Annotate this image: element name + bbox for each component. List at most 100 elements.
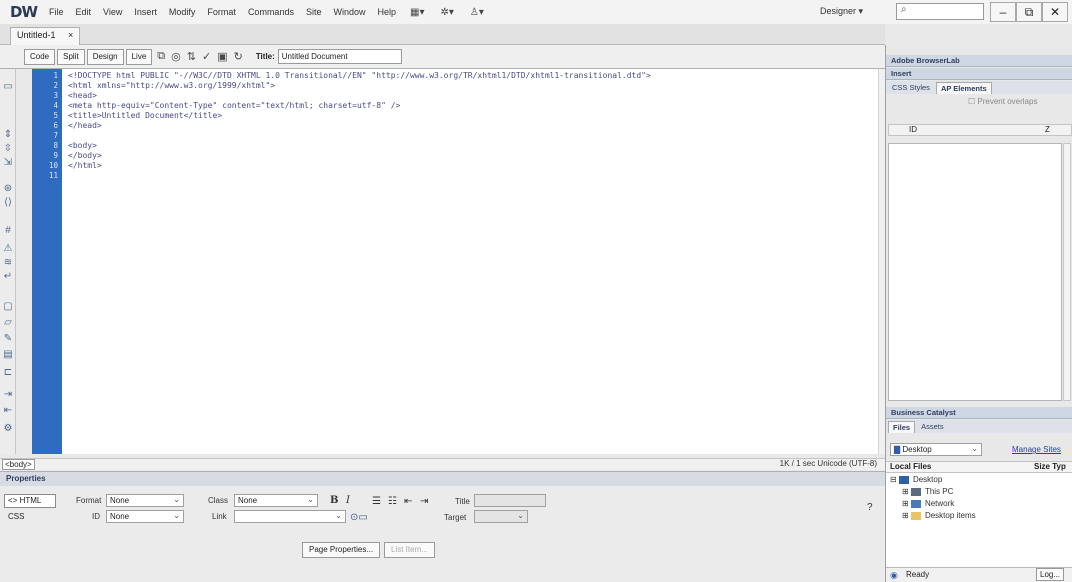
layout-icon[interactable]: ▦▾ xyxy=(410,7,424,18)
browserlab-panel-header[interactable]: Adobe BrowserLab xyxy=(886,55,1072,67)
menu-file[interactable]: File xyxy=(49,7,64,17)
preview-icon[interactable]: ◎ xyxy=(171,50,181,63)
code-line: </html> xyxy=(68,161,102,170)
remove-comment-icon[interactable]: ▱ xyxy=(2,317,14,328)
ap-scrollbar[interactable] xyxy=(1063,143,1071,401)
file-management-icon[interactable]: ⇅ xyxy=(187,50,196,63)
outdent-icon[interactable]: ⇤ xyxy=(404,496,412,507)
menu-help[interactable]: Help xyxy=(377,7,396,17)
bold-button[interactable]: B xyxy=(330,495,338,506)
outdent-code-icon[interactable]: ⇤ xyxy=(2,405,14,416)
tab-files[interactable]: Files xyxy=(888,420,916,433)
code-line: <html xmlns="http://www.w3.org/1999/xhtm… xyxy=(68,81,276,90)
workspace-switcher[interactable]: Designer ▾ xyxy=(820,6,863,17)
unordered-list-icon[interactable]: ☰ xyxy=(372,496,381,507)
list-item-button[interactable]: List Item... xyxy=(384,542,435,558)
format-source-icon[interactable]: ⚙ xyxy=(2,423,14,434)
help-icon[interactable]: ? xyxy=(867,502,873,513)
menu-site[interactable]: Site xyxy=(306,7,322,17)
page-properties-button[interactable]: Page Properties... xyxy=(302,542,381,558)
manage-sites-link[interactable]: Manage Sites xyxy=(1012,445,1061,454)
site-location-select[interactable]: ▇ Desktop ⌄ xyxy=(890,443,982,456)
highlight-invalid-icon[interactable]: ⚠ xyxy=(2,243,14,254)
design-view-button[interactable]: Design xyxy=(86,48,124,65)
menu-commands[interactable]: Commands xyxy=(248,7,294,17)
chevron-down-icon: ⌄ xyxy=(173,511,180,520)
collapse-selection-icon[interactable]: ⇳ xyxy=(2,143,14,154)
insert-panel-header[interactable]: Insert xyxy=(886,68,1072,80)
live-view-button[interactable]: Live xyxy=(125,48,153,65)
code-line: <head> xyxy=(68,91,97,100)
title-input[interactable]: Untitled Document xyxy=(277,49,402,64)
word-wrap-icon[interactable]: ↵ xyxy=(2,271,14,282)
menu-format[interactable]: Format xyxy=(207,7,236,17)
search-input[interactable]: ⌕ xyxy=(896,3,984,20)
ordered-list-icon[interactable]: ☷ xyxy=(388,496,397,507)
syntax-error-icon[interactable]: ≋ xyxy=(2,257,14,268)
italic-button[interactable]: I xyxy=(346,495,350,506)
expand-all-icon[interactable]: ⇲ xyxy=(2,157,14,168)
balance-braces-icon[interactable]: ⟨⟩ xyxy=(2,197,14,208)
menu-view[interactable]: View xyxy=(103,7,122,17)
title-prop-label: Title xyxy=(455,497,470,506)
tab-ap-elements[interactable]: AP Elements xyxy=(935,81,992,94)
indent-code-icon[interactable]: ⇥ xyxy=(2,389,14,400)
body-tag-selector[interactable]: <body> xyxy=(2,459,35,470)
maximize-button[interactable]: ⧉ xyxy=(1016,2,1042,22)
select-parent-tag-icon[interactable]: ⊛ xyxy=(2,183,14,194)
close-icon[interactable]: × xyxy=(68,30,73,40)
browser-check-icon[interactable]: ✓ xyxy=(202,50,211,63)
code-scrollbar[interactable] xyxy=(878,69,885,454)
css-mode-button[interactable]: CSS xyxy=(4,510,56,524)
menu-window[interactable]: Window xyxy=(333,7,365,17)
chevron-down-icon: ⌄ xyxy=(307,495,314,504)
tab-css-styles[interactable]: CSS Styles xyxy=(888,82,934,93)
link-label: Link xyxy=(212,512,227,521)
class-select[interactable]: None ⌄ xyxy=(234,494,318,507)
business-catalyst-header[interactable]: Business Catalyst xyxy=(886,407,1072,419)
split-view-button[interactable]: Split xyxy=(57,48,85,65)
move-css-icon[interactable]: ⊏ xyxy=(2,367,14,378)
target-select[interactable]: ⌄ xyxy=(474,510,528,523)
tab-assets[interactable]: Assets xyxy=(917,421,948,432)
visual-aids-icon[interactable]: ▣ xyxy=(217,50,227,63)
menu-modify[interactable]: Modify xyxy=(169,7,196,17)
menu-edit[interactable]: Edit xyxy=(76,7,92,17)
site-icon[interactable]: ♙▾ xyxy=(470,7,484,18)
log-button[interactable]: Log... xyxy=(1036,568,1065,581)
extend-icon[interactable]: ✲▾ xyxy=(440,7,453,18)
point-to-file-icon[interactable]: ⊙▭ xyxy=(350,512,368,523)
format-select[interactable]: None ⌄ xyxy=(106,494,184,507)
link-input[interactable]: ⌄ xyxy=(234,510,346,523)
target-label: Target xyxy=(444,513,467,522)
ap-elements-list[interactable] xyxy=(888,143,1062,401)
line-numbers-icon[interactable]: # xyxy=(2,225,14,236)
tree-item-network[interactable]: ⊞ Network xyxy=(902,499,954,508)
tree-item-this-pc[interactable]: ⊞ This PC xyxy=(902,487,953,496)
title-prop-input[interactable] xyxy=(474,494,546,507)
document-tab[interactable]: Untitled-1 × xyxy=(10,27,81,45)
apply-comment-icon[interactable]: ▢ xyxy=(2,301,14,312)
code-editor[interactable]: <!DOCTYPE html PUBLIC "-//W3C//DTD XHTML… xyxy=(62,69,878,454)
multiscreen-icon[interactable]: ⧉ xyxy=(157,50,165,63)
ap-id-column[interactable]: ID xyxy=(909,125,917,134)
id-select[interactable]: None ⌄ xyxy=(106,510,184,523)
html-mode-button[interactable]: <> HTML xyxy=(4,494,56,508)
code-view-button[interactable]: Code xyxy=(24,48,56,65)
properties-header[interactable]: Properties xyxy=(0,472,885,486)
ap-z-column[interactable]: Z xyxy=(1045,125,1050,134)
recent-snippets-icon[interactable]: ▤ xyxy=(2,349,14,360)
prevent-overlaps-checkbox[interactable]: ☐ Prevent overlaps xyxy=(968,97,1037,106)
minimize-button[interactable]: – xyxy=(990,2,1016,22)
close-button[interactable]: ✕ xyxy=(1042,2,1068,22)
tree-item-desktop-items[interactable]: ⊞ Desktop items xyxy=(902,511,976,520)
tree-item-desktop[interactable]: ⊟ Desktop xyxy=(890,475,942,484)
wrap-tag-icon[interactable]: ✎ xyxy=(2,333,14,344)
menu-insert[interactable]: Insert xyxy=(134,7,157,17)
open-documents-icon[interactable]: ▭ xyxy=(2,81,14,92)
collapse-tag-icon[interactable]: ⇕ xyxy=(2,129,14,140)
indent-icon[interactable]: ⇥ xyxy=(420,496,428,507)
refresh-icon[interactable]: ↻ xyxy=(234,50,243,63)
size-type-column[interactable]: Size Typ xyxy=(1034,462,1066,471)
local-files-column[interactable]: Local Files xyxy=(890,462,931,471)
